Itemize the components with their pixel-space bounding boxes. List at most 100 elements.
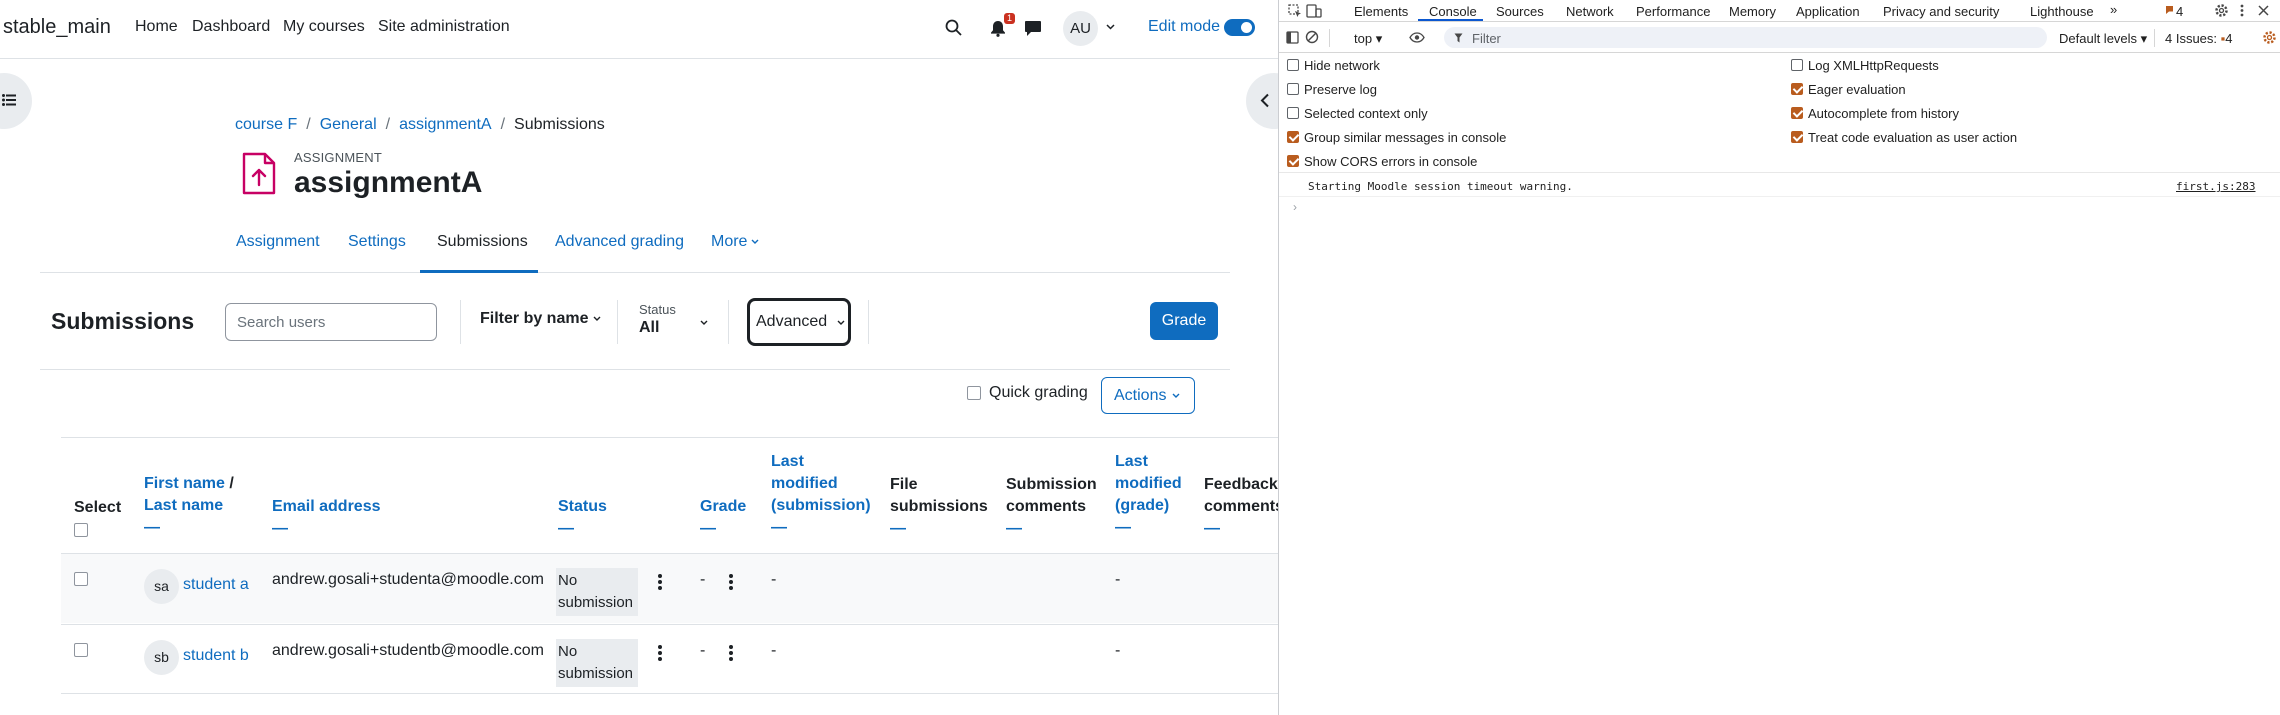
- more-tabs-chevron-icon[interactable]: »: [2110, 2, 2117, 17]
- devtools-tab-performance[interactable]: Performance: [1636, 4, 1710, 19]
- avatar[interactable]: sa: [144, 569, 179, 604]
- clear-console-icon[interactable]: [1305, 30, 1319, 44]
- eye-icon[interactable]: [1409, 32, 1425, 43]
- sort-indicator[interactable]: —: [771, 517, 871, 539]
- search-users-input[interactable]: [225, 303, 437, 341]
- sort-indicator[interactable]: —: [1204, 518, 1278, 540]
- quick-grading-label: Quick grading: [989, 384, 1088, 401]
- header-name[interactable]: First name / Last name —: [144, 473, 234, 539]
- row-select-checkbox[interactable]: [74, 643, 88, 657]
- edit-mode-toggle[interactable]: [1224, 19, 1255, 36]
- inspect-element-icon[interactable]: [1288, 4, 1302, 18]
- sort-indicator[interactable]: —: [272, 518, 381, 540]
- block-drawer-toggle[interactable]: [1246, 73, 1278, 129]
- moodle-page: stable_main Home Dashboard My courses Si…: [0, 0, 1278, 715]
- close-icon[interactable]: [2258, 5, 2269, 16]
- quick-grading-checkbox[interactable]: [967, 386, 981, 400]
- kebab-menu-icon[interactable]: [658, 574, 662, 592]
- checkbox[interactable]: [1287, 107, 1299, 119]
- checkbox-checked[interactable]: [1791, 107, 1803, 119]
- header-email[interactable]: Email address —: [272, 496, 381, 540]
- breadcrumb-course-link[interactable]: course F: [235, 116, 297, 133]
- console-filter-input[interactable]: Filter: [1444, 27, 2047, 48]
- devtools-tab-privacy-and-security[interactable]: Privacy and security: [1883, 4, 1999, 19]
- checkbox[interactable]: [1287, 59, 1299, 71]
- chat-bubble-icon[interactable]: [1024, 20, 1042, 37]
- nav-my-courses-link[interactable]: My courses: [283, 18, 365, 36]
- tab-assignment[interactable]: Assignment: [236, 233, 320, 251]
- checkbox-checked[interactable]: [1287, 131, 1299, 143]
- console-message-source-link[interactable]: first.js:283: [2176, 180, 2255, 193]
- checkbox-checked[interactable]: [1287, 155, 1299, 167]
- message-badge-icon[interactable]: [2165, 5, 2174, 15]
- student-name-link[interactable]: student a: [183, 574, 249, 596]
- sort-indicator[interactable]: —: [1006, 518, 1097, 540]
- table-top-border: [61, 437, 1278, 438]
- gear-icon[interactable]: [2214, 3, 2229, 18]
- page-title: assignmentA: [294, 166, 483, 199]
- avatar[interactable]: sb: [144, 640, 179, 675]
- actions-dropdown-button[interactable]: Actions: [1101, 377, 1195, 414]
- header-file-submissions: File submissions —: [890, 474, 988, 540]
- status-filter-label: Status: [639, 302, 676, 317]
- status-filter-value[interactable]: All: [639, 319, 659, 337]
- devtools-tab-application[interactable]: Application: [1796, 4, 1860, 19]
- sidebar-toggle-icon[interactable]: [1286, 31, 1299, 44]
- checkbox[interactable]: [1791, 59, 1803, 71]
- advanced-filter-dropdown[interactable]: Advanced: [747, 298, 851, 346]
- kebab-menu-icon[interactable]: [729, 574, 733, 592]
- sort-indicator[interactable]: —: [700, 518, 746, 540]
- sort-indicator[interactable]: —: [1115, 517, 1182, 539]
- nav-home-link[interactable]: Home: [135, 18, 178, 36]
- breadcrumb-assignment-link[interactable]: assignmentA: [399, 116, 492, 133]
- tab-submissions[interactable]: Submissions: [437, 233, 528, 251]
- devtools-tab-lighthouse[interactable]: Lighthouse: [2030, 4, 2094, 19]
- checkbox[interactable]: [1287, 83, 1299, 95]
- chevron-down-icon[interactable]: [1106, 24, 1115, 30]
- course-index-drawer-toggle[interactable]: [0, 73, 32, 129]
- chevron-down-icon[interactable]: [700, 320, 708, 325]
- more-vertical-icon[interactable]: [2240, 4, 2244, 17]
- select-all-checkbox[interactable]: [74, 523, 88, 537]
- log-levels-dropdown[interactable]: Default levels ▾: [2059, 31, 2147, 47]
- header-last-modified-submission[interactable]: Last modified (submission) —: [771, 451, 871, 539]
- search-icon[interactable]: [945, 19, 962, 36]
- gear-icon[interactable]: [2262, 30, 2277, 45]
- tab-advanced-grading[interactable]: Advanced grading: [555, 233, 684, 251]
- console-prompt[interactable]: ›: [1293, 200, 1297, 214]
- kebab-menu-icon[interactable]: [658, 645, 662, 663]
- tab-settings[interactable]: Settings: [348, 233, 406, 251]
- kebab-menu-icon[interactable]: [729, 645, 733, 663]
- issues-button[interactable]: 4 Issues: ▪4: [2165, 31, 2233, 46]
- nav-dashboard-link[interactable]: Dashboard: [192, 18, 270, 36]
- devtools-tab-sources[interactable]: Sources: [1496, 4, 1544, 19]
- site-name-link[interactable]: stable_main: [3, 16, 111, 39]
- devtools-tab-elements[interactable]: Elements: [1354, 4, 1408, 19]
- user-avatar[interactable]: AU: [1063, 11, 1098, 46]
- sort-indicator[interactable]: —: [890, 518, 988, 540]
- last-modified-submission-cell: -: [771, 642, 777, 659]
- last-modified-submission-cell: -: [771, 571, 777, 588]
- device-toolbar-icon[interactable]: [1306, 4, 1322, 18]
- secondary-navigation: Assignment Settings Submissions Advanced…: [40, 222, 1230, 273]
- row-select-checkbox[interactable]: [74, 572, 88, 586]
- checkbox-checked[interactable]: [1791, 131, 1803, 143]
- header-status[interactable]: Status —: [558, 496, 607, 540]
- table-row: sb student b andrew.gosali+studentb@mood…: [61, 624, 1278, 694]
- breadcrumb-section-link[interactable]: General: [320, 116, 377, 133]
- table-row: sa student a andrew.gosali+studenta@mood…: [61, 553, 1278, 623]
- student-name-link[interactable]: student b: [183, 645, 249, 667]
- tab-more[interactable]: More: [711, 233, 759, 251]
- grade-button[interactable]: Grade: [1150, 302, 1218, 340]
- header-grade[interactable]: Grade —: [700, 496, 746, 540]
- header-last-modified-grade[interactable]: Last modified (grade) —: [1115, 451, 1182, 539]
- checkbox-checked[interactable]: [1791, 83, 1803, 95]
- devtools-tab-network[interactable]: Network: [1566, 4, 1614, 19]
- sort-indicator[interactable]: —: [558, 518, 607, 540]
- filter-by-name-dropdown[interactable]: Filter by name: [480, 310, 601, 328]
- sort-indicator[interactable]: —: [144, 517, 234, 539]
- devtools-tab-console[interactable]: Console: [1429, 4, 1477, 19]
- devtools-tab-memory[interactable]: Memory: [1729, 4, 1776, 19]
- nav-site-administration-link[interactable]: Site administration: [378, 18, 510, 36]
- context-selector[interactable]: top ▾: [1354, 31, 1382, 47]
